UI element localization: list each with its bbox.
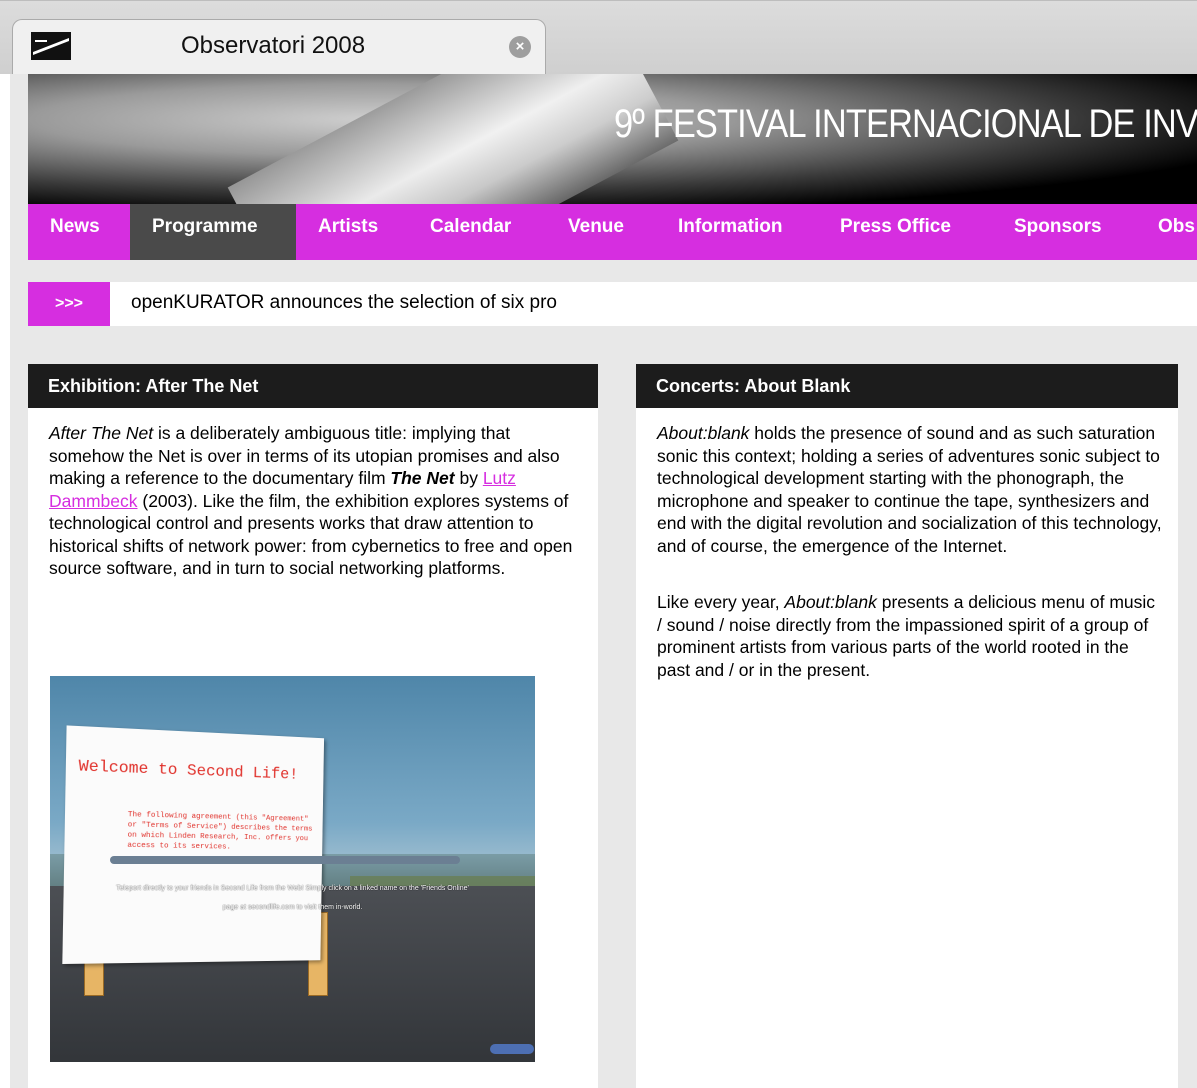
close-icon[interactable]: ×	[509, 36, 531, 58]
news-ticker: >>> openKURATOR announces the selection …	[28, 282, 1197, 326]
concerts-description-2: Like every year, About:blank presents a …	[657, 591, 1162, 681]
nav-item-obs[interactable]: Obs	[1158, 204, 1195, 260]
nav-item-information[interactable]: Information	[678, 204, 783, 260]
nav-item-press-office[interactable]: Press Office	[840, 204, 951, 260]
em-title: After The Net	[49, 423, 154, 443]
image-caption: Teleport directly to your friends in Sec…	[116, 885, 469, 892]
exhibition-description: After The Net is a deliberately ambiguou…	[49, 422, 581, 580]
browser-tab[interactable]: Observatori 2008 ×	[12, 19, 546, 75]
ticker-more-button[interactable]: >>>	[28, 282, 110, 326]
page: 9º FESTIVAL INTERNACIONAL DE INVES News …	[0, 74, 1197, 1088]
concerts-panel: Concerts: About Blank About:blank holds …	[636, 364, 1178, 1088]
concerts-description-1: About:blank holds the presence of sound …	[657, 422, 1162, 557]
em-title: About:blank	[657, 423, 750, 443]
nav-item-sponsors[interactable]: Sponsors	[1014, 204, 1102, 260]
panel-body: About:blank holds the presence of sound …	[657, 422, 1162, 681]
sign-text: The following agreement (this "Agreement…	[127, 811, 313, 852]
image-button	[490, 1044, 534, 1054]
film-title: The Net	[390, 468, 455, 488]
second-life-image: Welcome to Second Life! The following ag…	[50, 676, 535, 1062]
ticker-text[interactable]: openKURATOR announces the selection of s…	[131, 292, 557, 314]
welcome-sign: Welcome to Second Life! The following ag…	[62, 725, 325, 965]
loading-bar	[110, 856, 460, 864]
nav-item-programme[interactable]: Programme	[130, 204, 296, 260]
header-banner: 9º FESTIVAL INTERNACIONAL DE INVES	[28, 74, 1197, 204]
panel-heading: Concerts: About Blank	[636, 364, 1178, 408]
browser-tab-strip: Observatori 2008 ×	[0, 0, 1197, 75]
panel-heading: Exhibition: After The Net	[28, 364, 598, 408]
site: 9º FESTIVAL INTERNACIONAL DE INVES News …	[10, 74, 1197, 1088]
site-logo-icon	[31, 32, 71, 60]
text-span: by	[454, 468, 483, 488]
sign-title: Welcome to Second Life!	[78, 757, 299, 784]
image-caption-2: page at secondlife.com to visit them in-…	[222, 904, 363, 911]
em-title: About:blank	[784, 592, 877, 612]
main-nav: News Programme Artists Calendar Venue In…	[28, 204, 1197, 260]
page-gutter	[0, 74, 10, 1088]
exhibition-panel: Exhibition: After The Net After The Net …	[28, 364, 598, 1088]
panel-body: After The Net is a deliberately ambiguou…	[49, 422, 581, 580]
nav-item-news[interactable]: News	[28, 204, 130, 260]
banner-title: 9º FESTIVAL INTERNACIONAL DE INVES	[614, 102, 1197, 146]
text-span: Like every year,	[657, 592, 785, 612]
tab-title: Observatori 2008	[181, 32, 366, 59]
nav-item-calendar[interactable]: Calendar	[430, 204, 511, 260]
nav-item-artists[interactable]: Artists	[318, 204, 378, 260]
nav-item-venue[interactable]: Venue	[568, 204, 624, 260]
